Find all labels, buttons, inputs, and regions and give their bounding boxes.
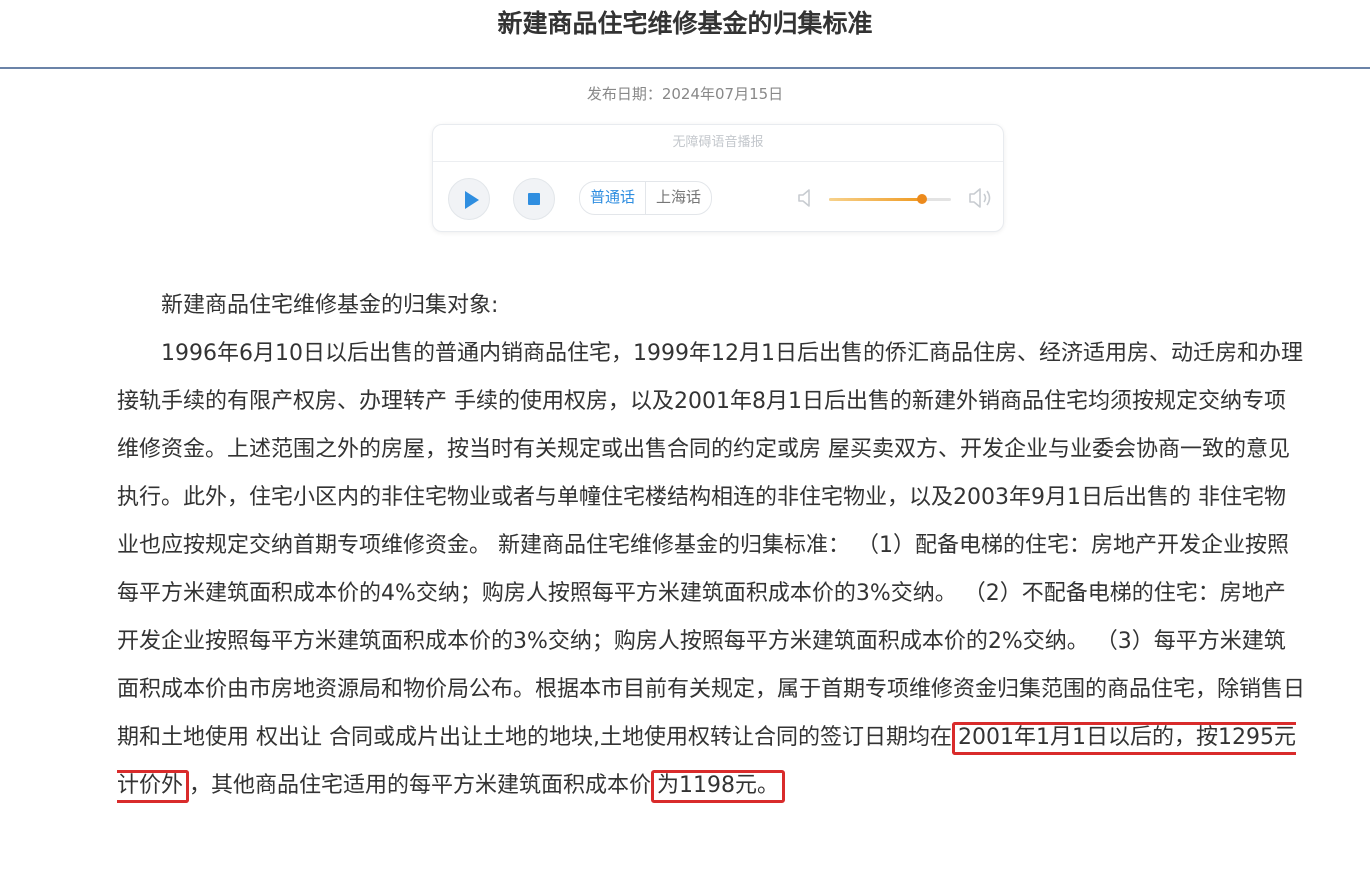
article-text-part-1: 1996年6月10日以后出售的普通内销商品住宅，1999年12月1日后出售的侨汇… xyxy=(117,341,1306,750)
volume-slider-fill xyxy=(829,198,922,201)
article-text-part-2: ，其他商品住宅适用的每平方米建筑面积成本价 xyxy=(189,773,652,798)
stop-icon xyxy=(528,193,540,205)
publish-date: 发布日期：2024年07月15日 xyxy=(586,85,784,103)
volume-high-icon[interactable] xyxy=(967,184,995,216)
audio-player: 无障碍语音播报 普通话 上海话 xyxy=(432,124,1004,232)
language-switch: 普通话 上海话 xyxy=(579,181,713,215)
language-option-shanghainese[interactable]: 上海话 xyxy=(646,182,711,214)
volume-slider[interactable] xyxy=(829,194,951,204)
article-content: 新建商品住宅维修基金的归集对象: 1996年6月10日以后出售的普通内销商品住宅… xyxy=(117,282,1307,810)
article-heading: 新建商品住宅维修基金的归集对象: xyxy=(161,293,499,318)
volume-low-icon[interactable] xyxy=(797,186,813,214)
language-option-mandarin[interactable]: 普通话 xyxy=(580,182,647,214)
play-icon xyxy=(465,191,479,209)
article-body: 1996年6月10日以后出售的普通内销商品住宅，1999年12月1日后出售的侨汇… xyxy=(117,330,1307,810)
volume-slider-handle[interactable] xyxy=(916,194,927,204)
stop-button[interactable] xyxy=(513,178,555,220)
audio-player-header[interactable]: 无障碍语音播报 xyxy=(433,125,1003,162)
page-title: 新建商品住宅维修基金的归集标准 xyxy=(497,9,873,38)
highlight-box-cost-1198: 为1198元。 xyxy=(651,770,786,803)
play-button[interactable] xyxy=(448,178,490,220)
title-divider xyxy=(0,67,1370,69)
